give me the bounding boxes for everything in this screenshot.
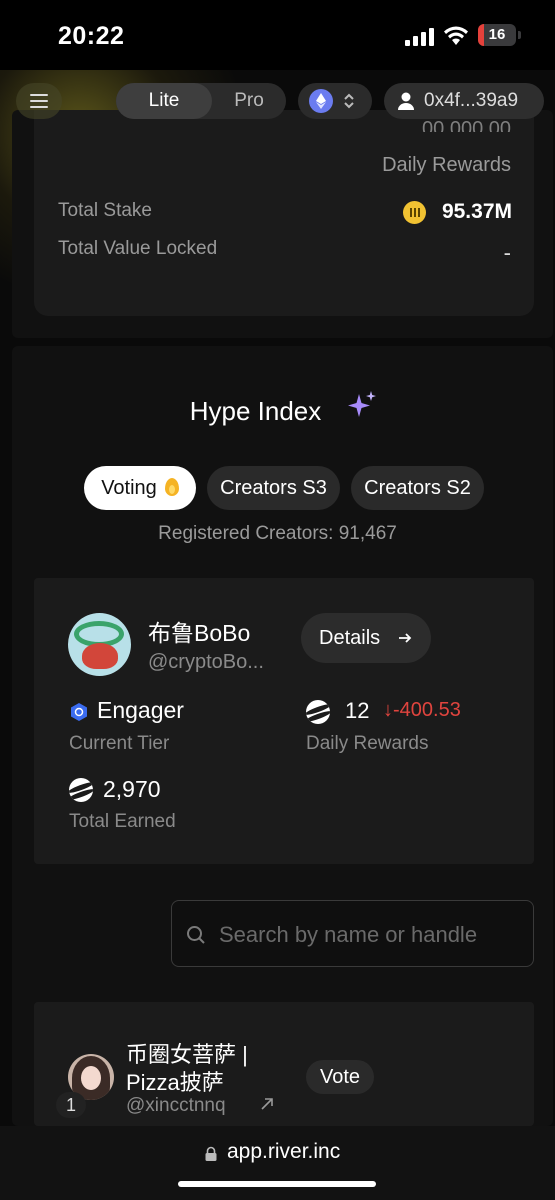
hype-index-title: Hype Index xyxy=(189,396,322,426)
mode-lite-option[interactable]: Lite xyxy=(116,83,212,119)
tab-voting[interactable]: Voting xyxy=(84,466,196,510)
tier-badge-icon xyxy=(71,703,87,721)
list-item-handle: @xincctnnq xyxy=(126,1095,226,1116)
status-bar: 20:22 16 xyxy=(0,0,555,70)
mode-toggle[interactable]: Lite Pro xyxy=(116,83,286,119)
status-time: 20:22 xyxy=(58,22,125,50)
wifi-icon xyxy=(444,26,468,45)
wallet-button[interactable]: 0x4f...39a9 xyxy=(384,83,544,119)
home-indicator[interactable] xyxy=(178,1181,376,1187)
total-earned-value: 2,970 xyxy=(103,776,161,802)
total-stake-label: Total Stake xyxy=(58,200,152,221)
lock-icon xyxy=(205,1146,217,1161)
creator-daily-rewards-value: 12 xyxy=(345,698,370,723)
user-icon xyxy=(398,92,414,110)
creator-daily-rewards-label: Daily Rewards xyxy=(306,733,429,754)
creator-daily-rewards-delta: ↓-400.53 xyxy=(383,699,461,722)
details-button[interactable]: Details xyxy=(301,613,431,663)
avatar[interactable] xyxy=(68,613,131,676)
creator-daily-rewards-delta-value: -400.53 xyxy=(393,699,461,721)
river-logo-icon xyxy=(306,700,330,724)
chain-selector[interactable] xyxy=(298,83,372,119)
tvl-label: Total Value Locked xyxy=(58,238,218,259)
stake-daily-rewards-label: Daily Rewards xyxy=(382,154,511,176)
total-earned-label: Total Earned xyxy=(69,811,176,832)
menu-button[interactable] xyxy=(16,83,62,119)
tier-label: Current Tier xyxy=(69,733,170,754)
creator-handle: @cryptoBo... xyxy=(148,651,264,673)
vote-button[interactable]: Vote xyxy=(306,1060,374,1094)
external-link-icon[interactable] xyxy=(260,1097,274,1111)
cellular-signal-icon xyxy=(405,26,435,46)
tab-voting-label: Voting xyxy=(101,477,157,499)
search-icon xyxy=(187,926,205,944)
search-placeholder: Search by name or handle xyxy=(219,922,478,947)
ethereum-icon xyxy=(309,89,333,113)
tvl-value: - xyxy=(503,240,511,265)
browser-url[interactable]: app.river.inc xyxy=(227,1140,340,1164)
arrow-right-icon xyxy=(399,633,412,643)
fire-icon xyxy=(164,478,179,496)
registered-creators-count: Registered Creators: 91,467 xyxy=(158,523,397,544)
battery-cap xyxy=(518,31,521,39)
list-item-name-line2: Pizza披萨 xyxy=(126,1070,224,1095)
tab-creators-s2[interactable]: Creators S2 xyxy=(351,466,484,510)
tab-creators-s3[interactable]: Creators S3 xyxy=(207,466,340,510)
top-nav: Lite Pro 0x4f...39a9 xyxy=(0,70,555,136)
wallet-address: 0x4f...39a9 xyxy=(424,90,519,111)
rank-badge: 1 xyxy=(56,1092,86,1118)
arrow-down-icon: ↓ xyxy=(383,699,393,721)
mode-pro-option[interactable]: Pro xyxy=(212,83,286,119)
river-token-icon xyxy=(403,201,426,224)
sparkle-icon xyxy=(348,391,376,417)
details-button-label: Details xyxy=(319,627,381,649)
total-stake-value: 95.37M xyxy=(441,200,512,223)
creator-name: 布鲁BoBo xyxy=(148,620,251,646)
chevron-updown-icon xyxy=(344,93,354,109)
battery-icon: 16 xyxy=(478,24,516,46)
battery-level-text: 16 xyxy=(488,26,506,43)
tier-value: Engager xyxy=(97,697,184,723)
river-logo-icon xyxy=(69,778,93,802)
search-input[interactable]: Search by name or handle xyxy=(171,900,534,967)
